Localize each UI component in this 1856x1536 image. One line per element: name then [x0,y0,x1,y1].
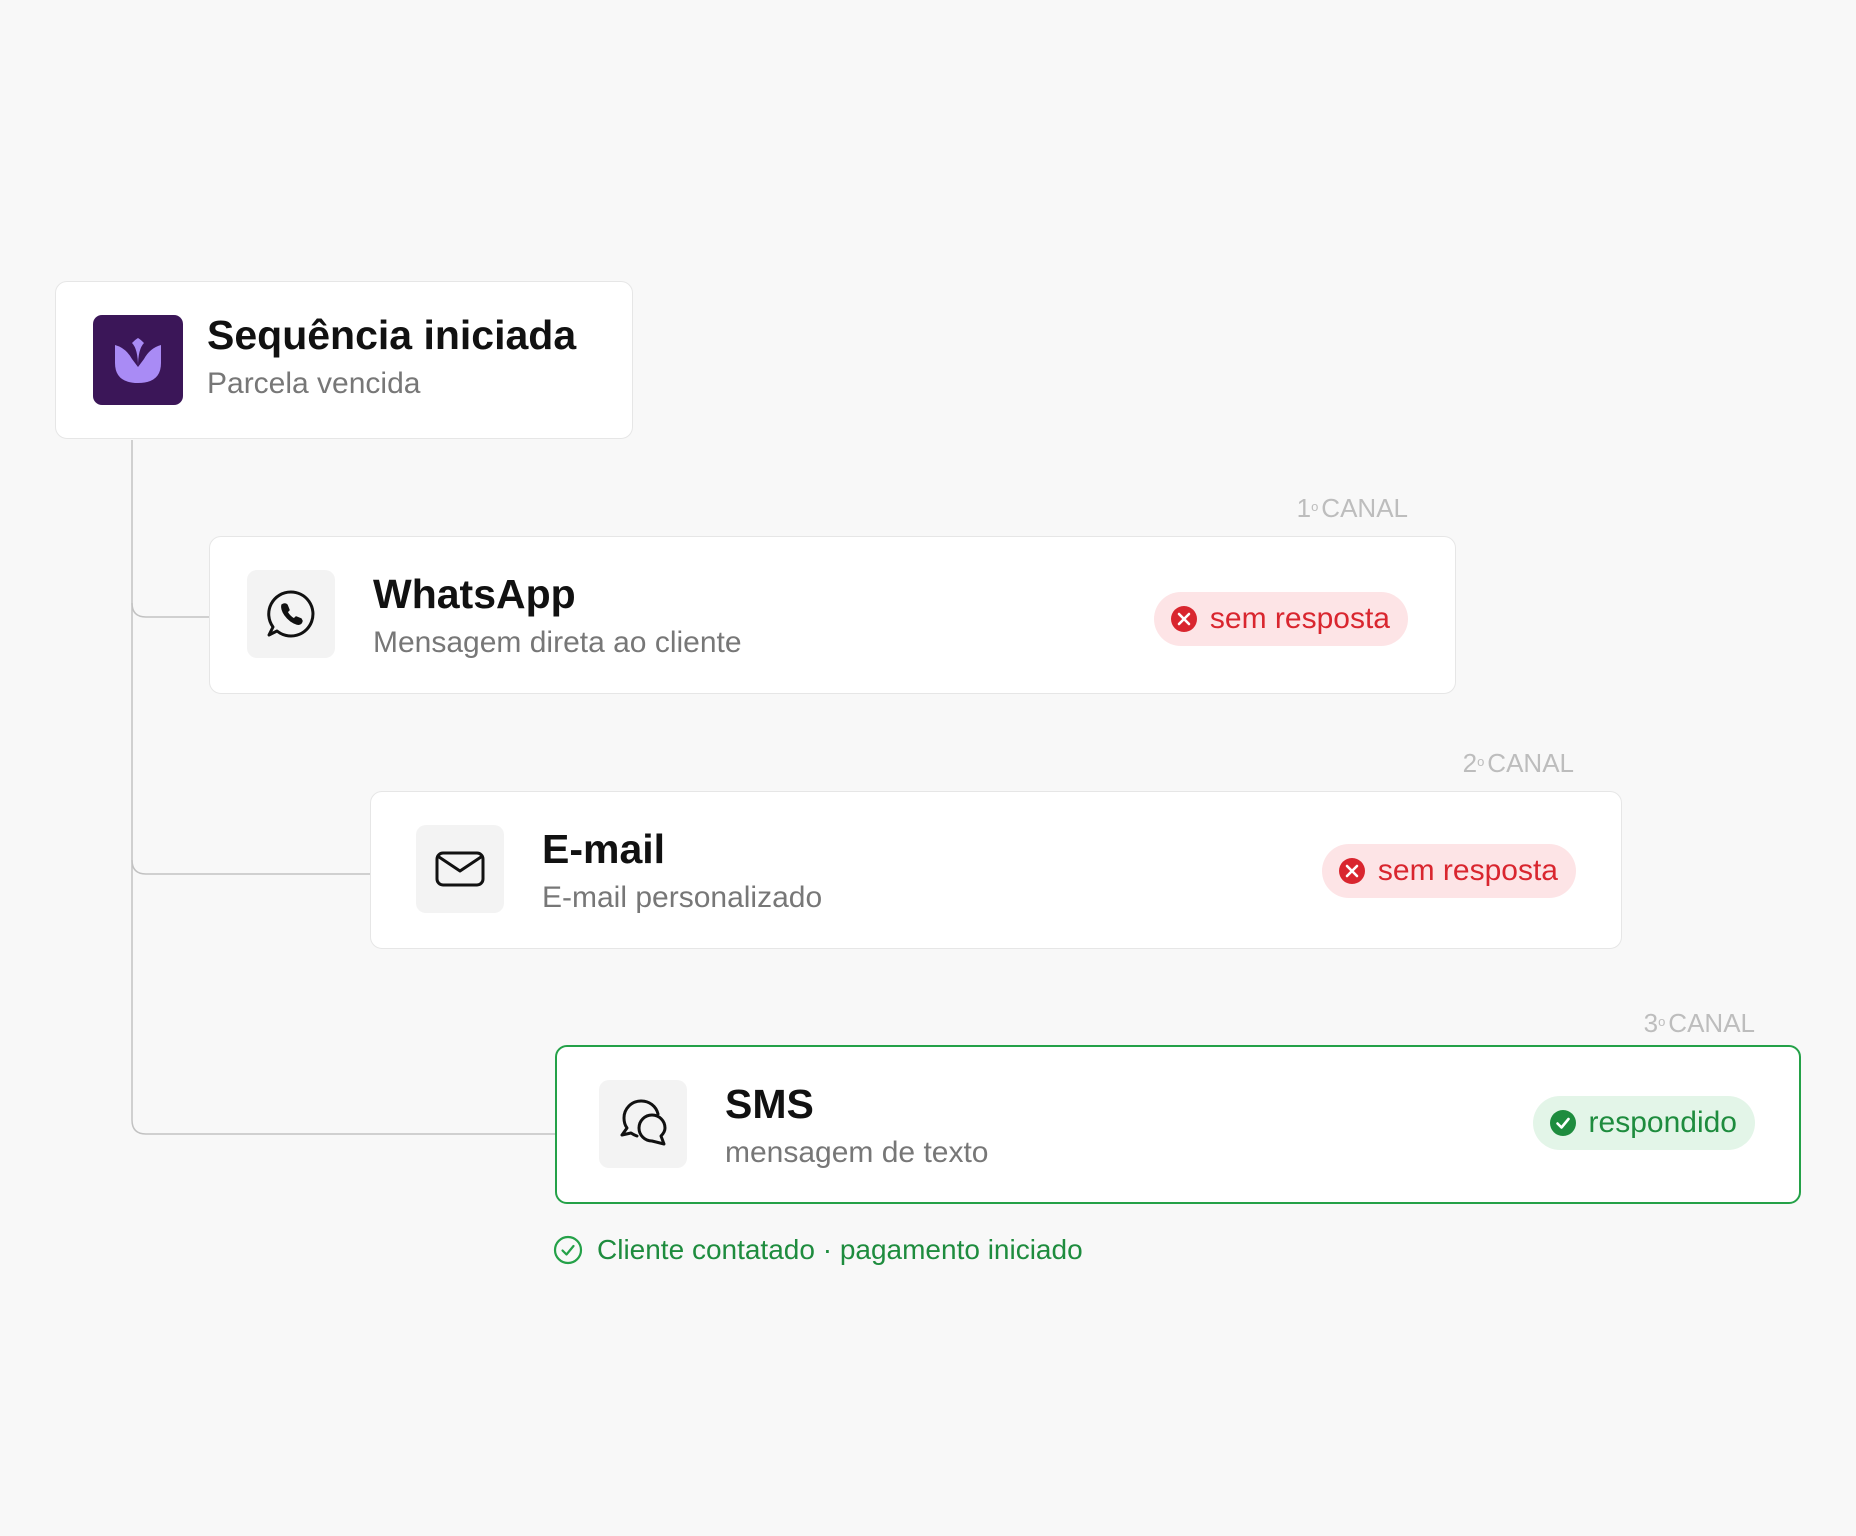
channel-3-label: 3o CANAL [1643,1008,1755,1038]
email-status-badge: sem resposta [1321,844,1576,898]
sms-status-badge: respondido [1532,1096,1755,1150]
start-title: Sequência iniciada [207,312,577,358]
sms-title: SMS [725,1081,814,1127]
sms-subtitle: mensagem de texto [725,1136,989,1169]
email-subtitle: E-mail personalizado [542,881,823,914]
whatsapp-status-text: sem resposta [1209,602,1390,635]
email-status-text: sem resposta [1377,854,1558,887]
channel-1-label: 1o CANAL [1296,493,1408,523]
envelope-icon [416,825,504,913]
connector-whatsapp [131,440,209,618]
sms-status-text: respondido [1588,1106,1737,1139]
whatsapp-icon [247,570,335,658]
start-card: Sequência iniciada Parcela vencida [55,281,633,439]
email-card[interactable]: E-mail E-mail personalizado sem resposta [370,791,1622,949]
whatsapp-title: WhatsApp [373,571,576,617]
brand-logo-icon [93,315,183,405]
check-circle-icon [553,1235,583,1265]
x-circle-icon [1338,857,1366,885]
channel-2-label: 2o CANAL [1462,748,1574,778]
email-title: E-mail [542,826,666,872]
chat-bubbles-icon [599,1080,687,1168]
whatsapp-card[interactable]: WhatsApp Mensagem direta ao cliente sem … [209,536,1456,694]
connector-lines [131,440,555,1135]
result-text: Cliente contatado · pagamento iniciado [597,1234,1083,1265]
start-subtitle: Parcela vencida [207,367,421,400]
whatsapp-status-badge: sem resposta [1153,592,1408,646]
x-circle-icon [1170,605,1198,633]
check-circle-icon [1549,1109,1577,1137]
whatsapp-subtitle: Mensagem direta ao cliente [373,626,742,659]
sms-card[interactable]: SMS mensagem de texto respondido [555,1045,1801,1204]
result-message: Cliente contatado · pagamento iniciado [553,1235,1083,1265]
